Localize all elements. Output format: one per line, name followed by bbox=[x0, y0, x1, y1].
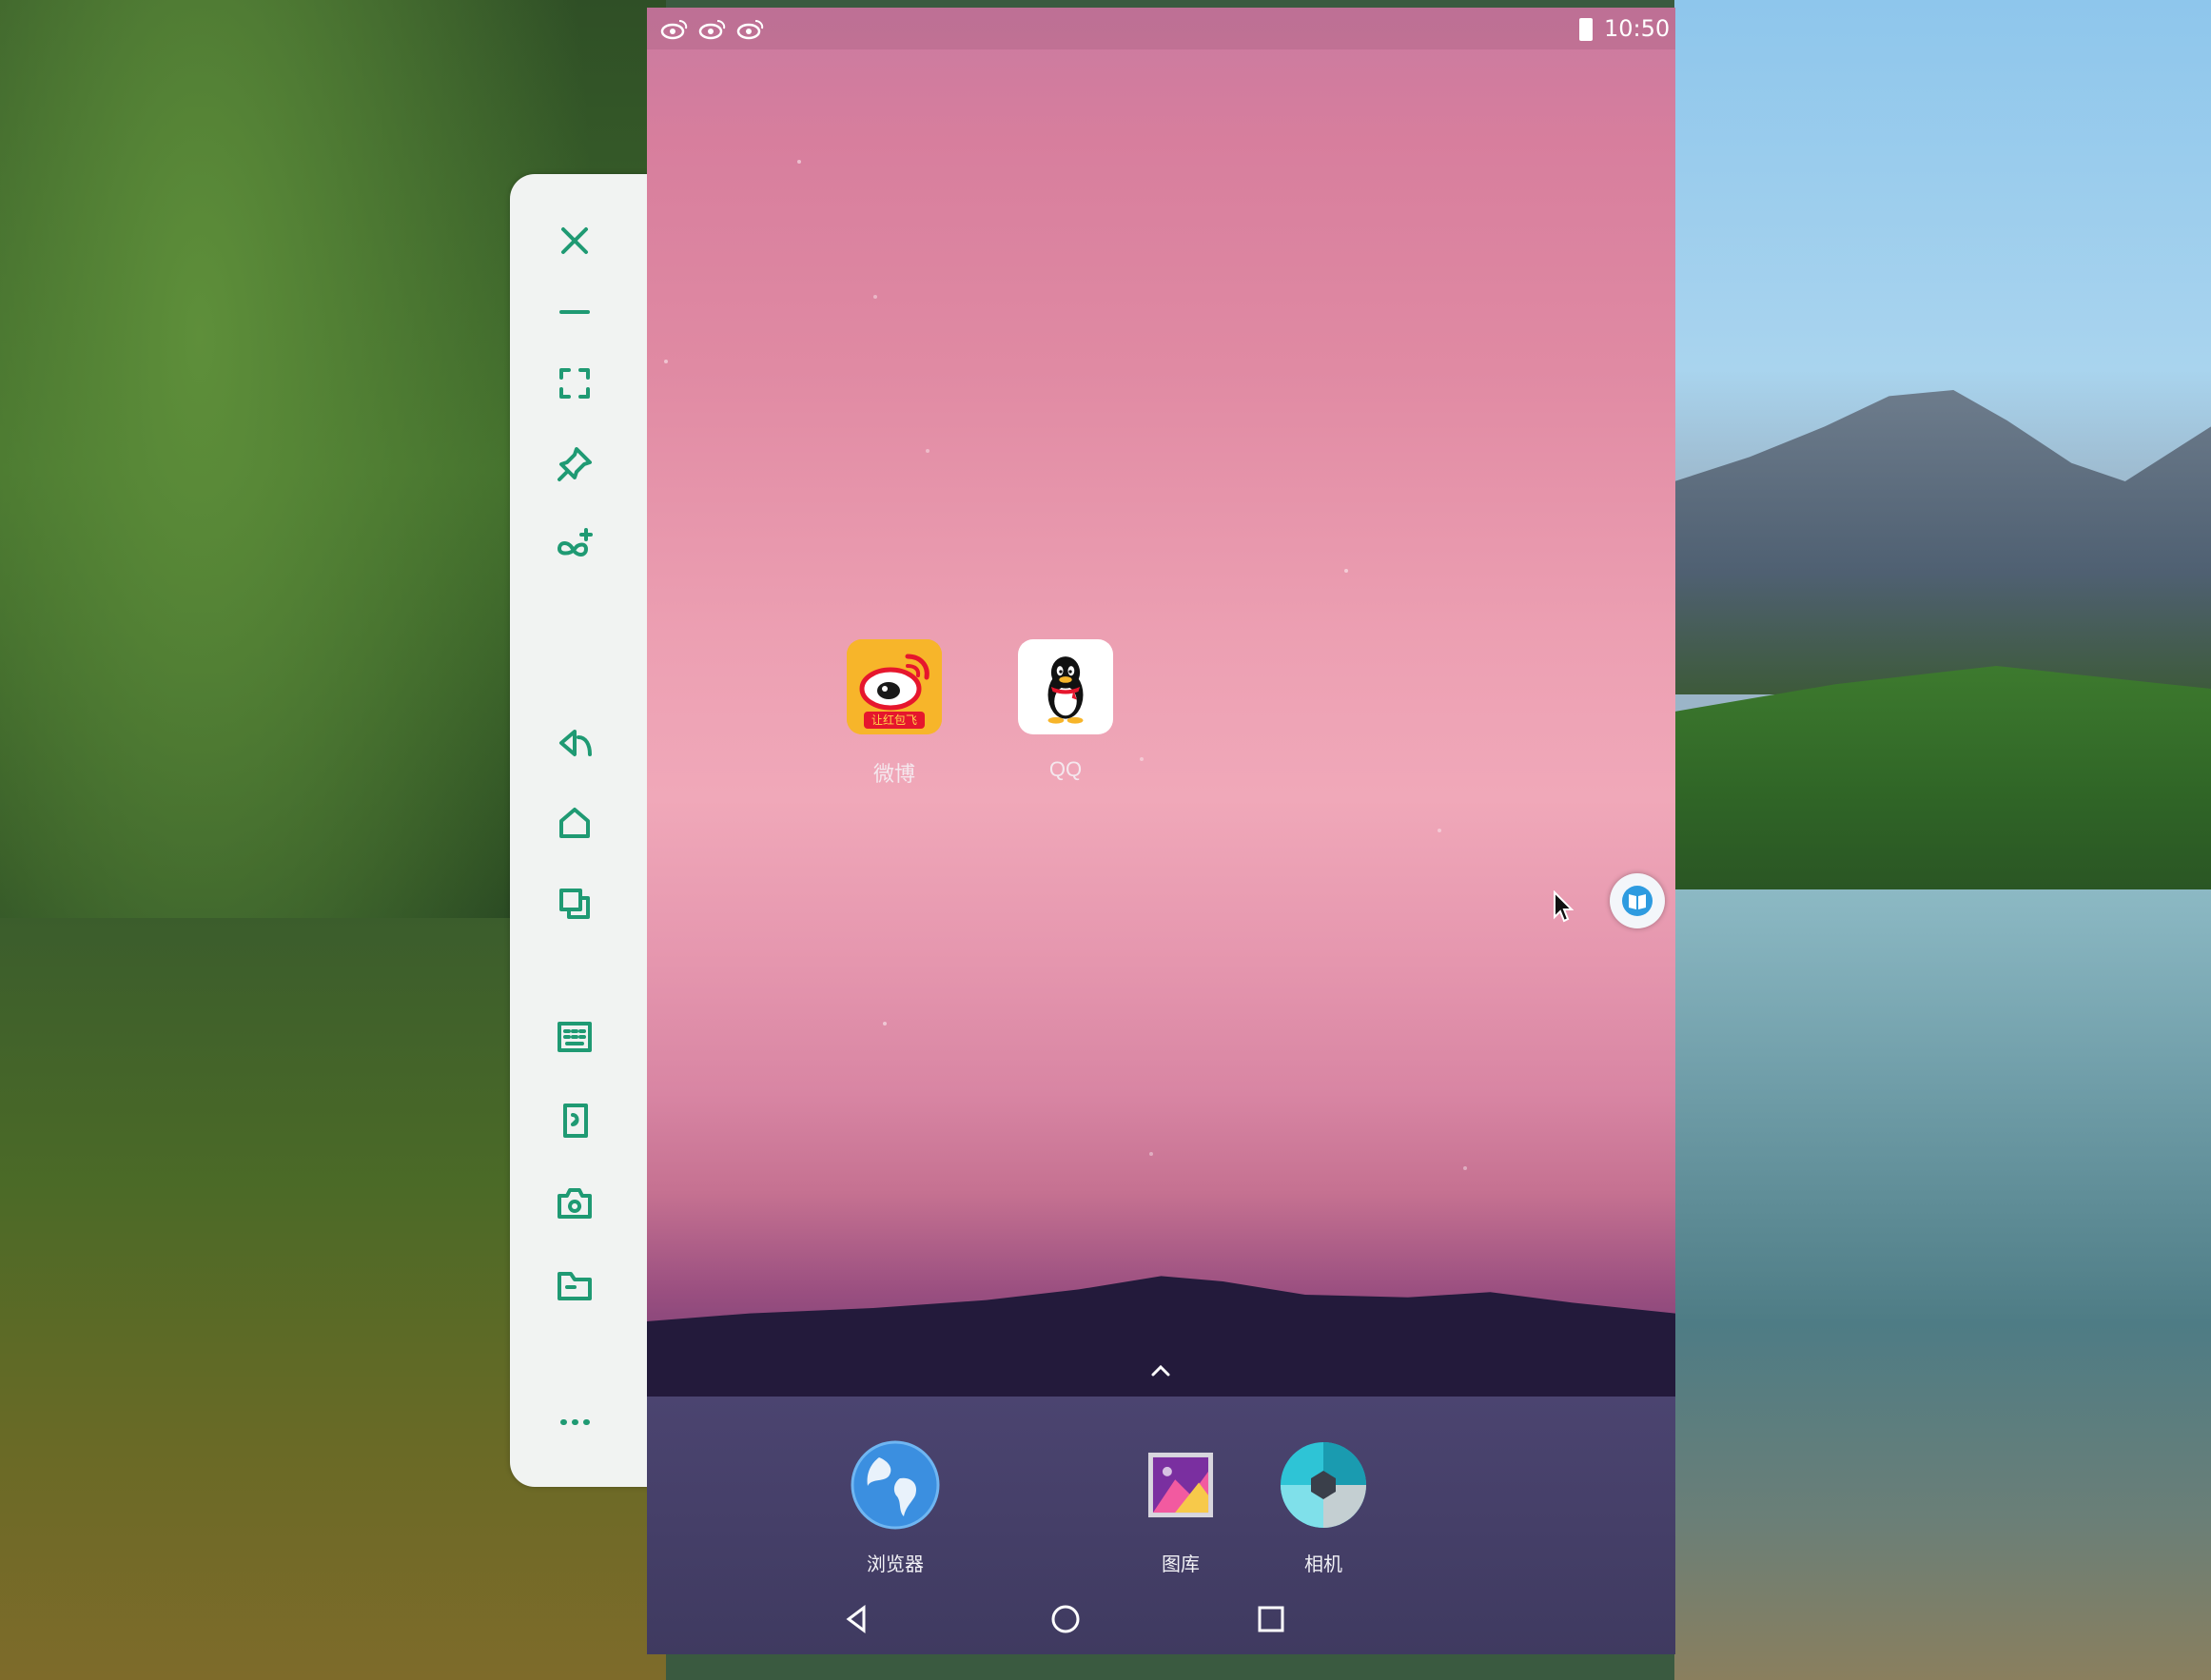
mouse-cursor bbox=[1554, 890, 1574, 923]
home-icon bbox=[559, 808, 590, 838]
app-weibo[interactable]: 让红包飞 微博 bbox=[837, 639, 951, 788]
infinity-plus-icon bbox=[558, 528, 593, 557]
browser-icon bbox=[851, 1440, 940, 1530]
fullscreen-icon bbox=[559, 368, 590, 399]
dock-app-gallery[interactable]: 图库 bbox=[1119, 1440, 1242, 1576]
folder-icon bbox=[558, 1272, 592, 1300]
keyboard-icon bbox=[558, 1022, 592, 1052]
app-label: 微博 bbox=[872, 762, 915, 786]
emulator-toolbar bbox=[510, 174, 662, 1487]
nav-home-button[interactable] bbox=[1045, 1598, 1086, 1640]
rotate-button[interactable] bbox=[546, 1092, 603, 1149]
screenshot-button[interactable] bbox=[546, 1175, 603, 1232]
book-icon bbox=[1622, 886, 1653, 916]
recents-icon bbox=[559, 889, 590, 919]
weibo-notification-icon bbox=[736, 17, 765, 40]
weibo-app-icon: 让红包飞 bbox=[847, 639, 942, 734]
recents-nav-icon bbox=[1258, 1606, 1284, 1632]
back-nav-icon bbox=[846, 1605, 866, 1633]
fullscreen-button[interactable] bbox=[546, 355, 603, 412]
minus-icon bbox=[559, 310, 590, 314]
rotate-icon bbox=[563, 1104, 588, 1138]
status-bar: 10:50 bbox=[647, 8, 1675, 49]
files-button[interactable] bbox=[546, 1257, 603, 1314]
close-button[interactable] bbox=[546, 212, 603, 269]
weibo-notification-icon bbox=[660, 17, 689, 40]
app-label: QQ bbox=[1048, 757, 1083, 781]
camera-icon bbox=[558, 1188, 592, 1219]
wallpaper-mountain-silhouette bbox=[647, 1276, 1675, 1401]
floating-assistant-button[interactable] bbox=[1610, 873, 1665, 928]
app-qq[interactable]: QQ bbox=[1008, 639, 1123, 782]
weibo-notification-icon bbox=[698, 17, 727, 40]
more-button[interactable] bbox=[546, 1394, 603, 1451]
camera-app-icon bbox=[1279, 1440, 1368, 1530]
qq-app-icon bbox=[1018, 639, 1113, 734]
pin-button[interactable] bbox=[546, 436, 603, 493]
home-button[interactable] bbox=[546, 794, 603, 851]
minimize-button[interactable] bbox=[546, 283, 603, 341]
wallpaper-lake-right bbox=[1674, 889, 2211, 1680]
dock-app-camera[interactable]: 相机 bbox=[1262, 1440, 1385, 1576]
chevron-up-icon[interactable] bbox=[1145, 1360, 1176, 1379]
wallpaper-forest-right bbox=[1674, 666, 2211, 894]
more-icon bbox=[560, 1419, 590, 1425]
gallery-icon bbox=[1136, 1440, 1225, 1530]
nav-back-button[interactable] bbox=[835, 1598, 877, 1640]
back-icon bbox=[559, 730, 592, 756]
multi-open-button[interactable] bbox=[546, 517, 603, 574]
recents-button[interactable] bbox=[546, 875, 603, 932]
dock-label: 相机 bbox=[1304, 1554, 1342, 1575]
dock-app-browser[interactable]: 浏览器 bbox=[833, 1440, 957, 1576]
dock-label: 浏览器 bbox=[867, 1554, 924, 1575]
svg-text:让红包飞: 让红包飞 bbox=[871, 713, 917, 727]
home-nav-icon bbox=[1051, 1605, 1080, 1633]
dock-label: 图库 bbox=[1162, 1554, 1200, 1575]
battery-icon bbox=[1579, 18, 1593, 41]
back-button[interactable] bbox=[546, 714, 603, 772]
status-time: 10:50 bbox=[1604, 15, 1671, 42]
android-screen[interactable]: 10:50 让红包飞 微博 QQ 浏览器 图库 相机 bbox=[647, 8, 1675, 1654]
keyboard-button[interactable] bbox=[546, 1008, 603, 1065]
nav-recents-button[interactable] bbox=[1250, 1598, 1292, 1640]
pin-icon bbox=[558, 447, 592, 481]
close-icon bbox=[561, 227, 588, 254]
